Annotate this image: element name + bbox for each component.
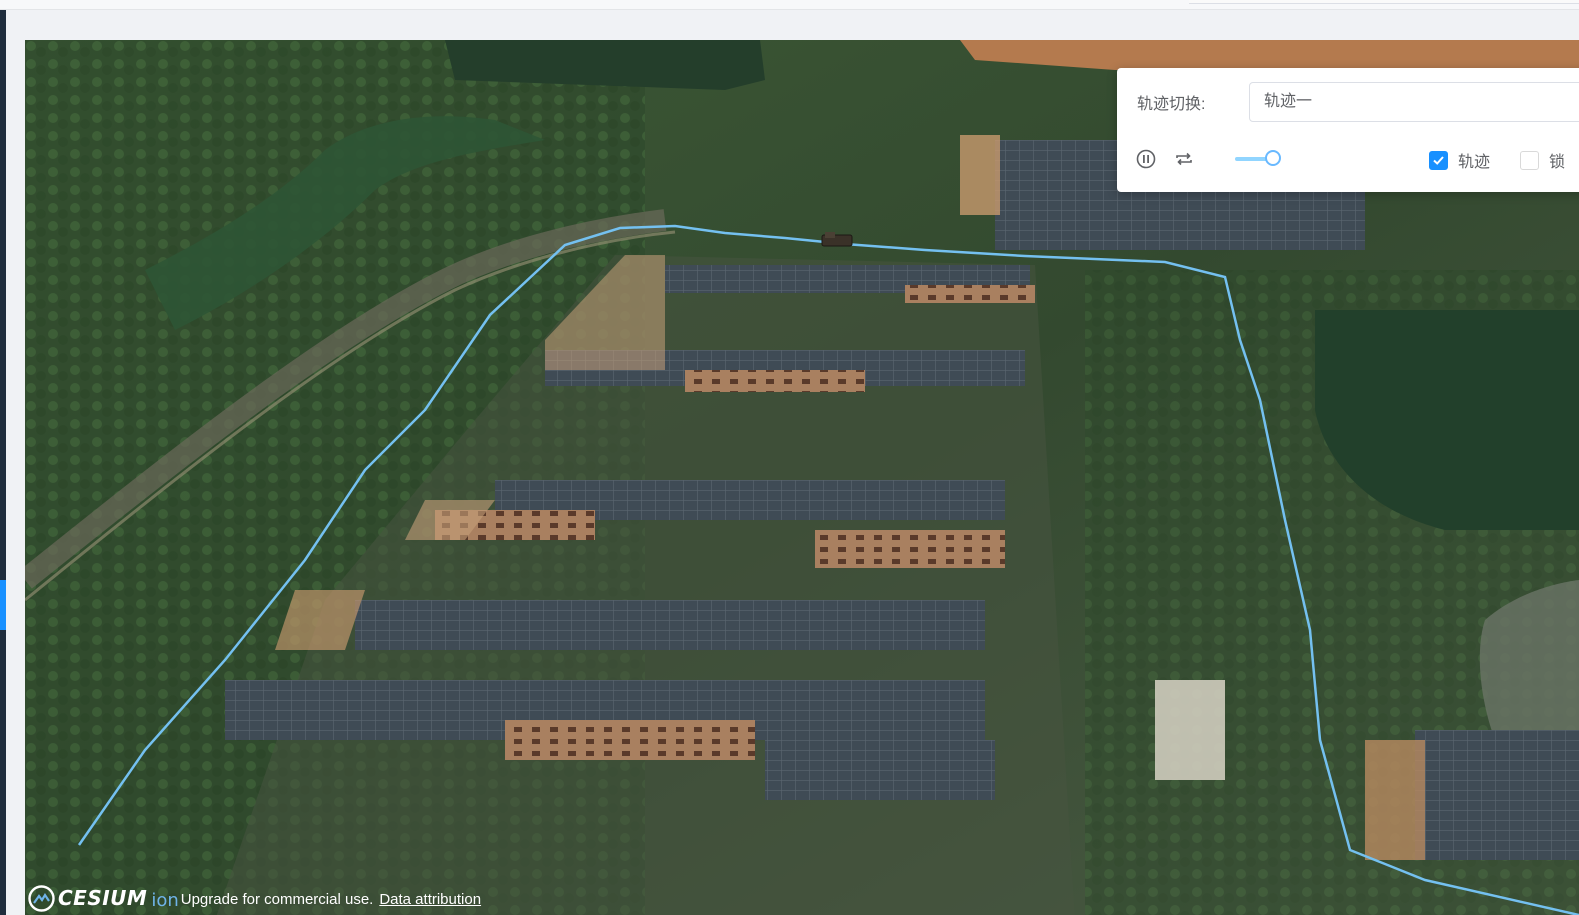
browser-top-bar: [0, 0, 1579, 10]
left-sidebar-edge: [0, 10, 6, 915]
track-control-panel: 轨迹切换: 轨迹一 轨迹 锁: [1117, 68, 1579, 192]
loop-icon[interactable]: [1173, 148, 1195, 170]
vehicle-cab: [825, 232, 835, 238]
data-attribution-link[interactable]: Data attribution: [379, 891, 481, 908]
playback-controls-row: 轨迹 锁: [1135, 144, 1579, 174]
speed-slider[interactable]: [1235, 149, 1425, 169]
cesium-logo-text: CESIUM: [58, 886, 148, 910]
track-switch-label: 轨迹切换:: [1137, 96, 1206, 113]
track-select[interactable]: 轨迹一: [1249, 82, 1579, 122]
upgrade-text: Upgrade for commercial use.: [180, 890, 374, 908]
track-select-value: 轨迹一: [1264, 93, 1313, 110]
dirt-area: [960, 40, 1579, 70]
checkbox-track-box[interactable]: [1429, 150, 1448, 170]
top-bar-segment: [1189, 0, 1579, 4]
checkbox-lock[interactable]: 锁: [1520, 148, 1565, 172]
checkbox-lock-label: 锁: [1549, 154, 1566, 171]
cesium-logo-icon: [28, 884, 55, 912]
cesium-logo-suffix: ion: [151, 889, 179, 911]
cesium-credits: CESIUM ion Upgrade for commercial use. D…: [28, 884, 481, 912]
checkbox-track-label: 轨迹: [1458, 154, 1491, 171]
slider-handle[interactable]: [1265, 150, 1281, 166]
checkmark-icon: [1433, 155, 1444, 165]
pause-circle-icon[interactable]: [1135, 148, 1157, 170]
track-switch-row: 轨迹切换: 轨迹一: [1137, 82, 1579, 122]
sidebar-active-marker: [0, 580, 6, 630]
checkbox-track[interactable]: 轨迹: [1429, 148, 1490, 172]
checkbox-lock-box[interactable]: [1520, 150, 1539, 170]
